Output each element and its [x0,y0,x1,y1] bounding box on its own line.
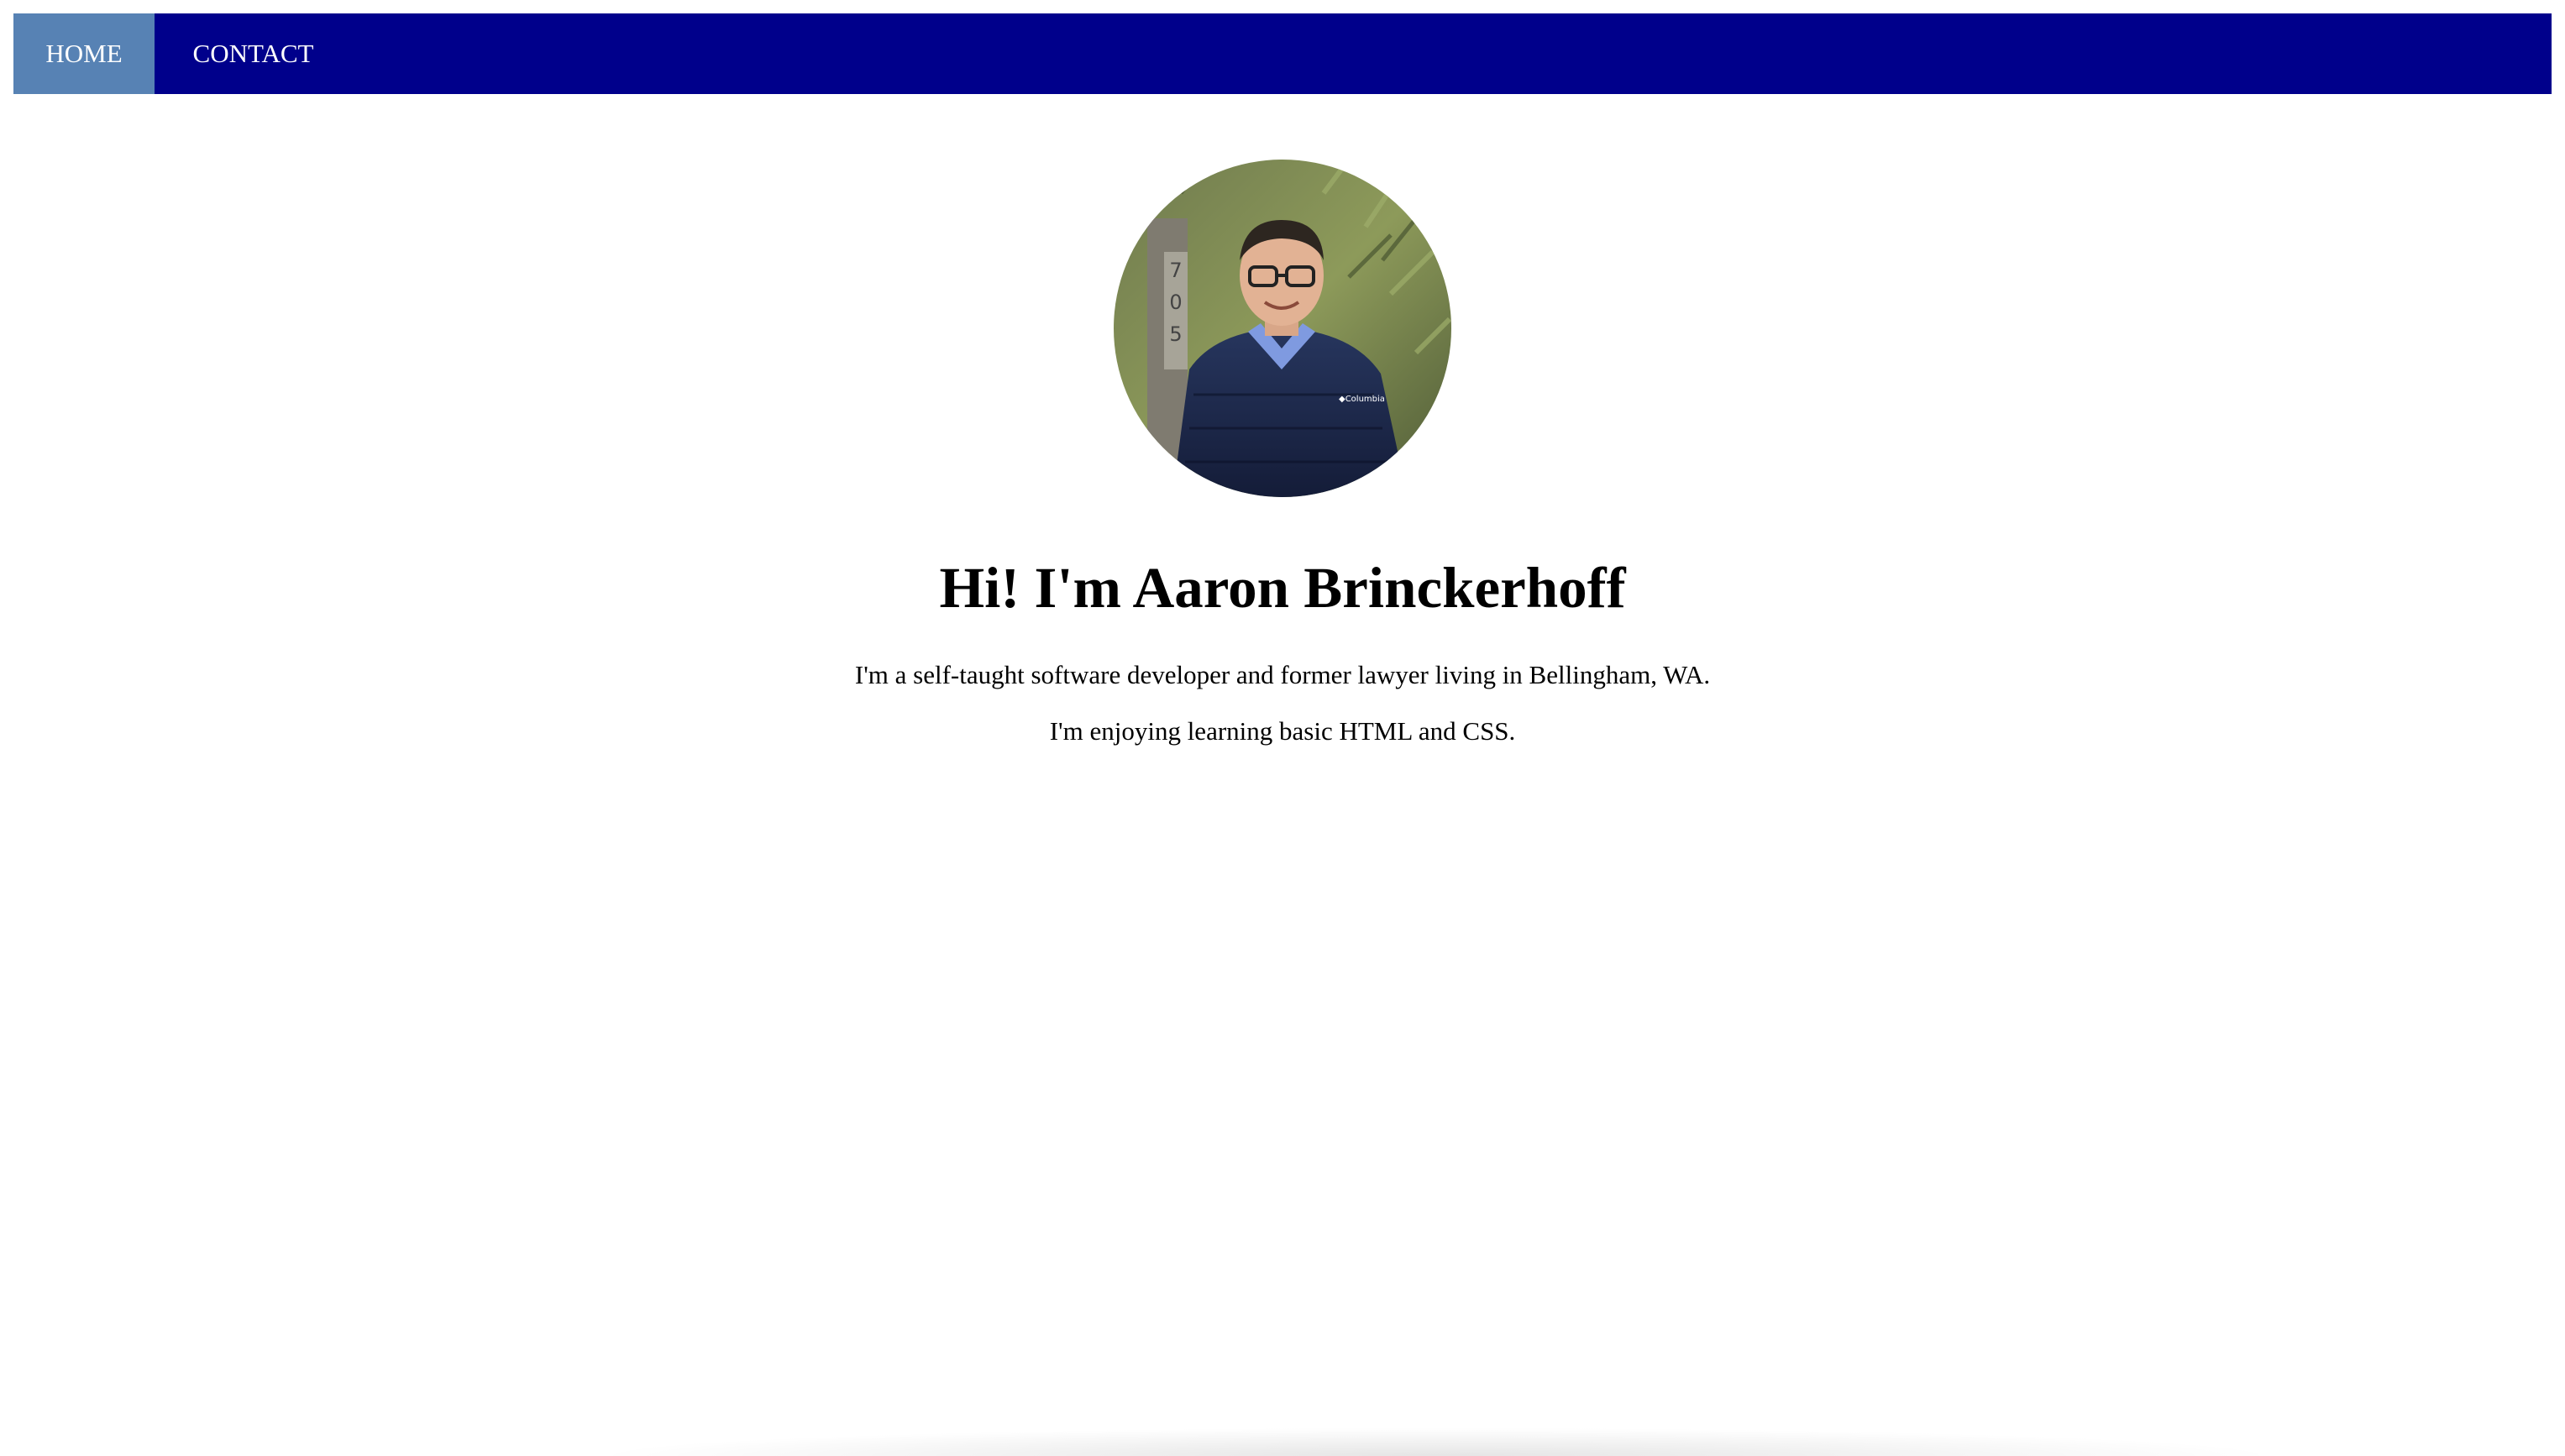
intro-text-secondary: I'm enjoying learning basic HTML and CSS… [1049,716,1516,746]
svg-text:◆Columbia: ◆Columbia [1339,395,1385,404]
nav-home-link[interactable]: HOME [13,13,155,94]
top-navbar: HOME CONTACT [13,13,2552,94]
main-content: 7 0 5 ◆Columbia Hi! I'm Aaron Brinckerho… [0,160,2565,746]
nav-contact-link[interactable]: CONTACT [155,13,352,94]
profile-photo-image: 7 0 5 ◆Columbia [1114,160,1451,497]
bottom-shadow [588,1427,2284,1456]
intro-text: I'm a self-taught software developer and… [854,660,1711,689]
svg-text:7: 7 [1169,259,1182,282]
profile-photo: 7 0 5 ◆Columbia [1114,160,1451,497]
page: HOME CONTACT 7 0 5 ◆Columbia Hi! I'm Aar… [0,0,2565,1456]
page-title: Hi! I'm Aaron Brinckerhoff [939,556,1626,620]
svg-text:0: 0 [1169,291,1182,314]
svg-text:5: 5 [1169,322,1182,346]
